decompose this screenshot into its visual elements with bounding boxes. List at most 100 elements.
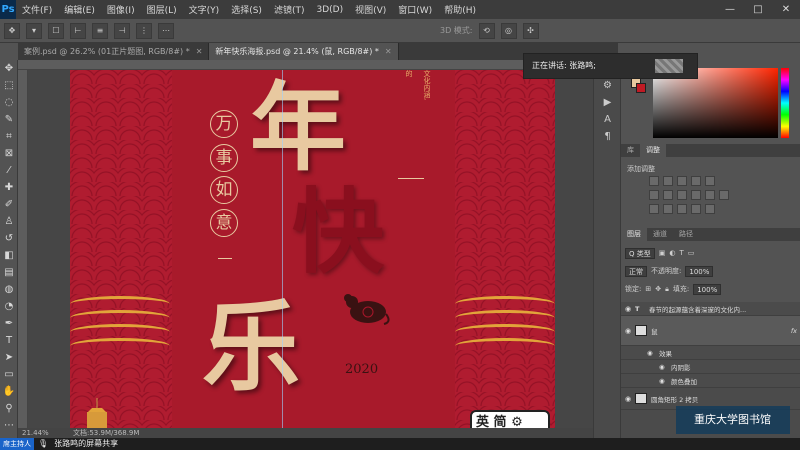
microphone-icon[interactable]: 🎙︎ [34, 438, 48, 450]
bw-icon[interactable] [677, 190, 687, 200]
history-brush-icon[interactable]: ↺ [0, 230, 18, 247]
tab-channels[interactable]: 通道 [647, 228, 673, 241]
tab-paths[interactable]: 路径 [673, 228, 699, 241]
hand-tool-icon[interactable]: ✋ [0, 383, 18, 400]
eraser-tool-icon[interactable]: ◧ [0, 247, 18, 264]
move-tool-icon[interactable]: ✥ [4, 22, 20, 39]
menu-help[interactable]: 帮助(H) [438, 3, 482, 16]
gradient-map-icon[interactable] [691, 204, 701, 214]
poster-artwork[interactable]: 年 快 乐 万 事 如 意 文化内涵, 的 2020 [70, 70, 555, 428]
menu-window[interactable]: 窗口(W) [392, 3, 438, 16]
distribute-icon[interactable]: ⋮ [136, 22, 152, 39]
fx-icon[interactable]: fx [791, 327, 800, 335]
brush-tool-icon[interactable]: ✐ [0, 196, 18, 213]
effect-row[interactable]: ◉ 内阴影 [621, 360, 800, 374]
color-balance-icon[interactable] [663, 190, 673, 200]
transform-checkbox[interactable]: ☐ [48, 22, 64, 39]
align-center-icon[interactable]: ≡ [92, 22, 108, 39]
type-tool-icon[interactable]: T [0, 332, 18, 349]
pen-tool-icon[interactable]: ✒ [0, 315, 18, 332]
minimize-button[interactable]: — [716, 0, 744, 19]
ruler-horizontal[interactable] [18, 60, 593, 70]
photo-filter-icon[interactable] [691, 190, 701, 200]
actions-panel-icon[interactable]: ▶ [594, 94, 621, 111]
eyedropper-tool-icon[interactable]: ⁄ [0, 162, 18, 179]
menu-3d[interactable]: 3D(D) [310, 5, 349, 15]
tab-case-psd[interactable]: 案例.psd @ 26.2% (01正片题图, RGB/8#) * ✕ [18, 43, 210, 60]
menu-file[interactable]: 文件(F) [16, 3, 58, 16]
selective-color-icon[interactable] [705, 204, 715, 214]
lock-all-icon[interactable]: 🔒︎ [665, 285, 669, 294]
posterize-icon[interactable] [663, 204, 673, 214]
3d-roll-icon[interactable]: ◎ [500, 22, 517, 39]
eye-icon[interactable]: ◉ [647, 349, 659, 357]
eye-icon[interactable]: ◉ [621, 327, 635, 335]
menu-view[interactable]: 视图(V) [349, 3, 392, 16]
lock-pixels-icon[interactable]: ⊞ [645, 285, 651, 293]
hue-sat-icon[interactable] [649, 190, 659, 200]
3d-pan-icon[interactable]: ✣ [522, 22, 539, 39]
zoom-tool-icon[interactable]: ⚲ [0, 400, 18, 417]
blur-tool-icon[interactable]: ◍ [0, 281, 18, 298]
path-select-tool-icon[interactable]: ➤ [0, 349, 18, 366]
invert-icon[interactable] [649, 204, 659, 214]
background-color-swatch[interactable] [636, 83, 646, 93]
gradient-tool-icon[interactable]: ▤ [0, 264, 18, 281]
exposure-icon[interactable] [691, 176, 701, 186]
shape-tool-icon[interactable]: ▭ [0, 366, 18, 383]
maximize-button[interactable]: □ [744, 0, 772, 19]
lasso-tool-icon[interactable]: ◌ [0, 94, 18, 111]
layer-row-selected[interactable]: ◉ 鼠 fx [621, 316, 800, 346]
filter-adjust-icon[interactable]: ◐ [669, 249, 675, 257]
fill-field[interactable]: 100% [693, 283, 722, 295]
frame-tool-icon[interactable]: ⊠ [0, 145, 18, 162]
menu-edit[interactable]: 编辑(E) [58, 3, 101, 16]
paragraph-panel-icon[interactable]: ¶ [594, 128, 621, 145]
filter-type-icon[interactable]: T [679, 249, 683, 257]
hue-slider[interactable] [781, 68, 789, 138]
align-right-icon[interactable]: ⊣ [114, 22, 130, 39]
auto-select-dropdown[interactable]: ▾ [26, 22, 42, 39]
3d-orbit-icon[interactable]: ⟲ [478, 22, 495, 39]
close-icon[interactable]: ✕ [196, 47, 203, 56]
properties-panel-icon[interactable]: ⚙ [594, 77, 621, 94]
guide-line[interactable] [282, 70, 283, 428]
tab-new-year-poster[interactable]: 新年快乐海报.psd @ 21.4% (鼠, RGB/8#) * ✕ [209, 43, 399, 60]
close-icon[interactable]: ✕ [385, 47, 392, 56]
tab-library[interactable]: 库 [621, 144, 640, 157]
crop-tool-icon[interactable]: ⌗ [0, 128, 18, 145]
quick-select-tool-icon[interactable]: ✎ [0, 111, 18, 128]
filter-image-icon[interactable]: ▣ [659, 249, 666, 257]
blend-mode-select[interactable]: 正常 [625, 265, 647, 277]
more-tools-icon[interactable]: ⋯ [0, 417, 18, 434]
zoom-readout[interactable]: 21.44% [22, 429, 49, 437]
close-button[interactable]: ✕ [772, 0, 800, 19]
menu-image[interactable]: 图像(I) [101, 3, 141, 16]
ruler-vertical[interactable] [18, 70, 28, 428]
filter-shape-icon[interactable]: ▭ [688, 249, 695, 257]
eye-icon[interactable]: ◉ [659, 377, 671, 385]
menu-layer[interactable]: 图层(L) [141, 3, 183, 16]
distribute-h-icon[interactable]: ⋯ [158, 22, 174, 39]
canvas-area[interactable]: 年 快 乐 万 事 如 意 文化内涵, 的 2020 [28, 70, 593, 428]
effect-row[interactable]: ◉ 颜色叠加 [621, 374, 800, 388]
menu-type[interactable]: 文字(Y) [183, 3, 226, 16]
lookup-icon[interactable] [719, 190, 729, 200]
effect-row[interactable]: ◉ 效果 [621, 346, 800, 360]
vibrance-icon[interactable] [705, 176, 715, 186]
dodge-tool-icon[interactable]: ◔ [0, 298, 18, 315]
threshold-icon[interactable] [677, 204, 687, 214]
brightness-icon[interactable] [649, 176, 659, 186]
tab-adjustments[interactable]: 调整 [640, 144, 666, 157]
character-panel-icon[interactable]: A [594, 111, 621, 128]
healing-tool-icon[interactable]: ✚ [0, 179, 18, 196]
tab-layers[interactable]: 图层 [621, 228, 647, 241]
stamp-tool-icon[interactable]: ♙ [0, 213, 18, 230]
curves-icon[interactable] [677, 176, 687, 186]
menu-filter[interactable]: 滤镜(T) [268, 3, 311, 16]
opacity-field[interactable]: 100% [685, 265, 714, 277]
marquee-tool-icon[interactable]: ⬚ [0, 77, 18, 94]
eye-icon[interactable]: ◉ [621, 395, 635, 403]
levels-icon[interactable] [663, 176, 673, 186]
eye-icon[interactable]: ◉ [659, 363, 671, 371]
